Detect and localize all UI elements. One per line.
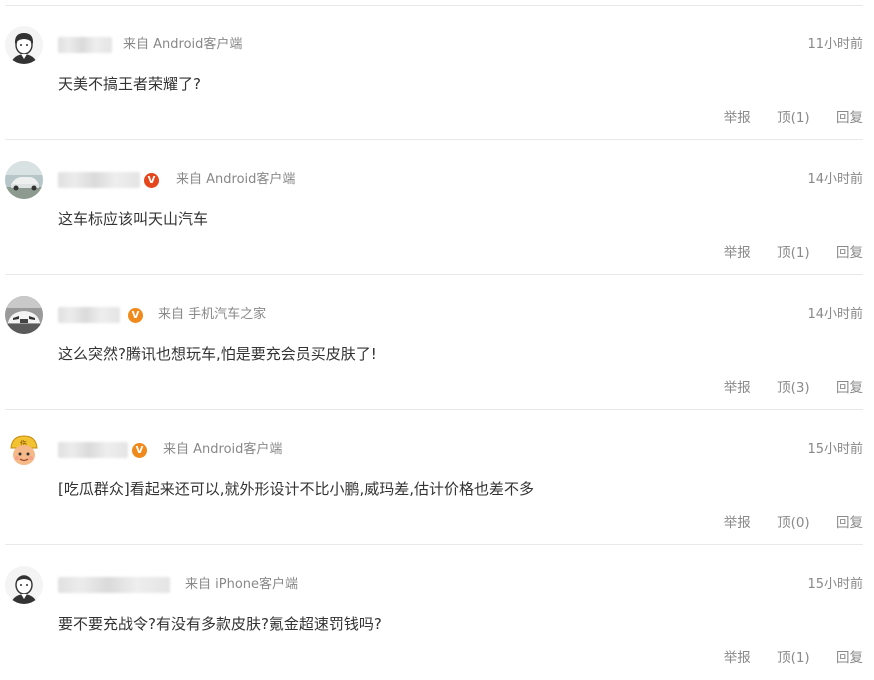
upvote-button[interactable]: 顶(0) bbox=[777, 515, 810, 531]
comment-time: 15小时前 bbox=[807, 577, 863, 592]
reply-button[interactable]: 回复 bbox=[836, 245, 863, 261]
comment-actions: 举报 顶(3) 回复 bbox=[724, 380, 863, 396]
reply-button[interactable]: 回复 bbox=[836, 380, 863, 396]
upvote-button[interactable]: 顶(1) bbox=[777, 245, 810, 261]
car-photo-avatar[interactable] bbox=[5, 161, 43, 199]
comment-time: 14小时前 bbox=[807, 172, 863, 187]
comment-text: 天美不搞王者荣耀了? bbox=[58, 75, 201, 93]
comment-item: V 来自 Android客户端 14小时前 这车标应该叫天山汽车 举报 顶(1)… bbox=[0, 140, 874, 275]
comment-text: [吃瓜群众]看起来还可以,就外形设计不比小鹏,威玛差,估计价格也差不多 bbox=[58, 480, 535, 498]
report-button[interactable]: 举报 bbox=[724, 110, 751, 126]
upvote-button[interactable]: 顶(1) bbox=[777, 650, 810, 666]
car-front-photo-avatar[interactable] bbox=[5, 296, 43, 334]
comment-source: 来自 iPhone客户端 bbox=[185, 577, 299, 592]
reply-button[interactable]: 回复 bbox=[836, 110, 863, 126]
comment-text: 这么突然?腾讯也想玩车,怕是要充会员买皮肤了! bbox=[58, 345, 377, 363]
username-blurred[interactable] bbox=[58, 577, 170, 593]
reply-button[interactable]: 回复 bbox=[836, 650, 863, 666]
verified-badge-icon: V bbox=[132, 443, 147, 458]
upvote-button[interactable]: 顶(1) bbox=[777, 110, 810, 126]
comment-time: 14小时前 bbox=[807, 307, 863, 322]
username-blurred[interactable] bbox=[58, 307, 120, 323]
comment-source: 来自 Android客户端 bbox=[163, 442, 283, 457]
comment-item: 来自 Android客户端 11小时前 天美不搞王者荣耀了? 举报 顶(1) 回… bbox=[0, 5, 874, 140]
comment-time: 11小时前 bbox=[807, 37, 863, 52]
comment-item: 伤 V 来自 Android客户端 15小时前 [吃瓜群众]看起来还可以,就外形… bbox=[0, 410, 874, 545]
reply-button[interactable]: 回复 bbox=[836, 515, 863, 531]
report-button[interactable]: 举报 bbox=[724, 245, 751, 261]
username-blurred[interactable] bbox=[58, 442, 128, 458]
comment-item: 来自 iPhone客户端 15小时前 要不要充战令?有没有多款皮肤?氪金超速罚钱… bbox=[0, 545, 874, 680]
report-button[interactable]: 举报 bbox=[724, 380, 751, 396]
verified-badge-icon: V bbox=[144, 173, 159, 188]
comment-item: V 来自 手机汽车之家 14小时前 这么突然?腾讯也想玩车,怕是要充会员买皮肤了… bbox=[0, 275, 874, 410]
verified-badge-icon: V bbox=[128, 308, 143, 323]
comment-source: 来自 手机汽车之家 bbox=[158, 307, 267, 322]
comment-source: 来自 Android客户端 bbox=[123, 37, 243, 52]
comment-actions: 举报 顶(0) 回复 bbox=[724, 515, 863, 531]
upvote-button[interactable]: 顶(3) bbox=[777, 380, 810, 396]
comment-source: 来自 Android客户端 bbox=[176, 172, 296, 187]
username-blurred[interactable] bbox=[58, 172, 140, 188]
report-button[interactable]: 举报 bbox=[724, 650, 751, 666]
comment-time: 15小时前 bbox=[807, 442, 863, 457]
username-blurred[interactable] bbox=[58, 37, 112, 53]
report-button[interactable]: 举报 bbox=[724, 515, 751, 531]
comment-text: 这车标应该叫天山汽车 bbox=[58, 210, 209, 228]
default-avatar-icon[interactable] bbox=[5, 566, 43, 604]
comment-actions: 举报 顶(1) 回复 bbox=[724, 110, 863, 126]
comment-actions: 举报 顶(1) 回复 bbox=[724, 245, 863, 261]
default-avatar-icon[interactable] bbox=[5, 26, 43, 64]
cartoon-helmet-avatar[interactable]: 伤 bbox=[5, 431, 43, 469]
comment-actions: 举报 顶(1) 回复 bbox=[724, 650, 863, 666]
comment-text: 要不要充战令?有没有多款皮肤?氪金超速罚钱吗? bbox=[58, 615, 382, 633]
